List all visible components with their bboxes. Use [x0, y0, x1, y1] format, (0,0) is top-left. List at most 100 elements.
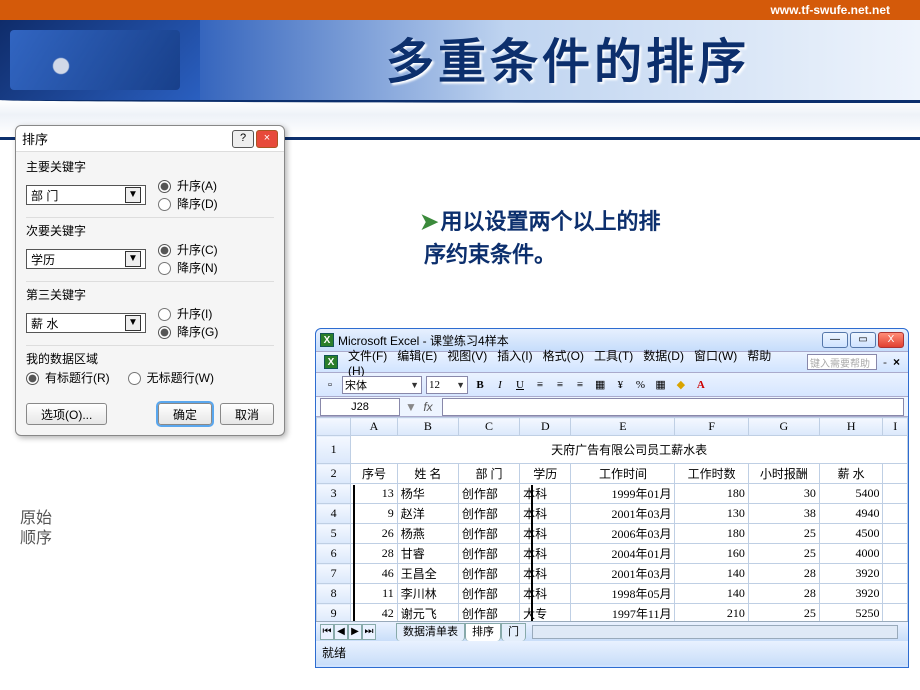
percent-icon[interactable]: %	[632, 376, 648, 394]
ok-button[interactable]: 确定	[158, 403, 212, 425]
cell[interactable]: 本科	[520, 484, 571, 504]
column-header[interactable]: E	[571, 418, 675, 436]
merge-icon[interactable]: ▦	[592, 376, 608, 394]
menu-item[interactable]: 视图(V)	[447, 349, 487, 363]
fill-color-icon[interactable]: ◆	[673, 376, 689, 394]
cell[interactable]: 3920	[819, 564, 883, 584]
cell[interactable]: 3920	[819, 584, 883, 604]
primary-desc-radio[interactable]: 降序(D)	[158, 195, 218, 213]
cell[interactable]	[883, 484, 908, 504]
borders-icon[interactable]: ▦	[652, 376, 668, 394]
sheet-tab[interactable]: 门	[501, 623, 526, 641]
cell[interactable]	[883, 564, 908, 584]
cell[interactable]: 180	[675, 484, 748, 504]
cell[interactable]: 本科	[520, 504, 571, 524]
fx-label[interactable]: fx	[418, 400, 438, 414]
cell[interactable]: 13	[351, 484, 397, 504]
underline-icon[interactable]: U	[512, 376, 528, 394]
cell[interactable]: 28	[748, 584, 819, 604]
name-box[interactable]: J28	[320, 398, 400, 416]
cell[interactable]: 4500	[819, 524, 883, 544]
column-header[interactable]: G	[748, 418, 819, 436]
cell[interactable]: 杨燕	[397, 524, 458, 544]
cell[interactable]	[883, 544, 908, 564]
primary-key-select[interactable]: 部 门 ▼	[26, 185, 146, 205]
currency-icon[interactable]: ¥	[612, 376, 628, 394]
cell[interactable]: 5400	[819, 484, 883, 504]
column-header[interactable]: I	[883, 418, 908, 436]
row-header[interactable]: 2	[317, 464, 351, 484]
column-header[interactable]: A	[351, 418, 397, 436]
cell[interactable]: 王昌全	[397, 564, 458, 584]
sheet-tab[interactable]: 排序	[465, 623, 501, 641]
cell[interactable]: 杨华	[397, 484, 458, 504]
column-header[interactable]: F	[675, 418, 748, 436]
secondary-desc-radio[interactable]: 降序(N)	[158, 259, 218, 277]
cell[interactable]: 创作部	[458, 564, 519, 584]
italic-icon[interactable]: I	[492, 376, 508, 394]
cell[interactable]: 本科	[520, 564, 571, 584]
cell[interactable]	[883, 504, 908, 524]
column-header[interactable]: C	[458, 418, 519, 436]
menu-item[interactable]: 窗口(W)	[694, 349, 737, 363]
cell[interactable]: 160	[675, 544, 748, 564]
cell[interactable]: 26	[351, 524, 397, 544]
row-header[interactable]: 6	[317, 544, 351, 564]
align-left-icon[interactable]: ≡	[532, 376, 548, 394]
cell[interactable]: 11	[351, 584, 397, 604]
row-header[interactable]: 4	[317, 504, 351, 524]
cell[interactable]: 4940	[819, 504, 883, 524]
minimize-button[interactable]: —	[822, 332, 848, 348]
bold-icon[interactable]: B	[472, 376, 488, 394]
cell[interactable]: 30	[748, 484, 819, 504]
cell[interactable]: 4000	[819, 544, 883, 564]
row-header[interactable]: 8	[317, 584, 351, 604]
cell[interactable]: 本科	[520, 584, 571, 604]
row-header[interactable]: 1	[317, 436, 351, 464]
cell[interactable]: 李川林	[397, 584, 458, 604]
menu-item[interactable]: 格式(O)	[543, 349, 584, 363]
cell[interactable]: 140	[675, 584, 748, 604]
menu-item[interactable]: 数据(D)	[643, 349, 684, 363]
cell[interactable]: 2006年03月	[571, 524, 675, 544]
cell[interactable]: 2001年03月	[571, 564, 675, 584]
third-asc-radio[interactable]: 升序(I)	[158, 305, 218, 323]
column-header[interactable]: B	[397, 418, 458, 436]
dialog-close-button[interactable]: ×	[256, 130, 278, 148]
menu-item[interactable]: 插入(I)	[497, 349, 532, 363]
font-size-select[interactable]: 12▼	[426, 376, 468, 394]
cell[interactable]: 创作部	[458, 504, 519, 524]
cell[interactable]: 28	[748, 564, 819, 584]
font-name-select[interactable]: 宋体▼	[342, 376, 422, 394]
third-desc-radio[interactable]: 降序(G)	[158, 323, 218, 341]
cell[interactable]: 本科	[520, 544, 571, 564]
cell[interactable]: 1998年05月	[571, 584, 675, 604]
row-header[interactable]: 5	[317, 524, 351, 544]
tab-nav-buttons[interactable]: ⏮◀▶⏭	[320, 624, 376, 640]
cell[interactable]: 1999年01月	[571, 484, 675, 504]
window-close-button[interactable]: X	[878, 332, 904, 348]
cell[interactable]: 2004年01月	[571, 544, 675, 564]
cell[interactable]: 25	[748, 544, 819, 564]
third-key-select[interactable]: 薪 水 ▼	[26, 313, 146, 333]
new-icon[interactable]: ▫	[322, 376, 338, 394]
align-right-icon[interactable]: ≡	[572, 376, 588, 394]
cell[interactable]	[883, 584, 908, 604]
sheet-tab[interactable]: 数据清单表	[396, 623, 465, 641]
no-header-radio[interactable]: 无标题行(W)	[128, 369, 214, 387]
row-header[interactable]: 3	[317, 484, 351, 504]
font-color-icon[interactable]: A	[693, 376, 709, 394]
align-center-icon[interactable]: ≡	[552, 376, 568, 394]
cell[interactable]: 28	[351, 544, 397, 564]
cell[interactable]: 38	[748, 504, 819, 524]
dialog-help-button[interactable]: ?	[232, 130, 254, 148]
options-button[interactable]: 选项(O)...	[26, 403, 107, 425]
cell[interactable]: 2001年03月	[571, 504, 675, 524]
primary-asc-radio[interactable]: 升序(A)	[158, 177, 218, 195]
column-header[interactable]: H	[819, 418, 883, 436]
cell[interactable]: 9	[351, 504, 397, 524]
dialog-titlebar[interactable]: 排序 ? ×	[16, 126, 284, 152]
secondary-asc-radio[interactable]: 升序(C)	[158, 241, 218, 259]
cell[interactable]: 130	[675, 504, 748, 524]
cell[interactable]: 创作部	[458, 544, 519, 564]
